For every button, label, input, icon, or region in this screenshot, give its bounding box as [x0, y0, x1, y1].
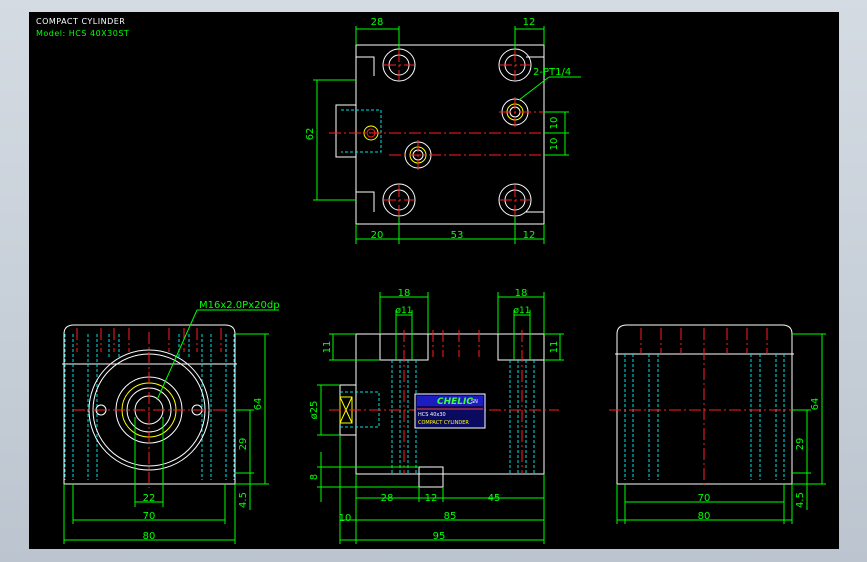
- top-view-notches: [356, 56, 544, 213]
- left-view: 22 70 80 64 29 4.5 M16x2.0Px20dp: [62, 300, 280, 544]
- dim-front-18-left: 18: [398, 288, 411, 299]
- dim-front-28: 28: [381, 493, 394, 504]
- dim-right-64: 64: [810, 398, 821, 411]
- nameplate-model: HCS 40x30: [418, 412, 446, 418]
- dim-left-80: 80: [143, 531, 156, 542]
- front-view-counterbore-right: [497, 333, 545, 361]
- dim-front-45: 45: [488, 493, 501, 504]
- dim-right-4-5: 4.5: [795, 492, 806, 508]
- top-view-dimension-lines: [313, 26, 581, 244]
- dim-front-dia-left: ø11: [396, 306, 413, 316]
- cad-drawing: 28 12 62 10 10 20 53 12 2-PT1/4 22 70 80…: [62, 17, 826, 544]
- dim-left-22: 22: [143, 493, 156, 504]
- dim-front-dia-right: ø11: [514, 306, 531, 316]
- right-view: 70 80 64 29 4.5: [609, 324, 826, 524]
- thread-callout: M16x2.0Px20dp: [199, 300, 280, 311]
- nameplate-product: COMPACT CYLINDER: [418, 420, 469, 426]
- dim-front-95: 95: [433, 531, 446, 542]
- top-view-centerlines: [329, 50, 559, 215]
- dim-front-8: 8: [309, 474, 320, 480]
- drawing-sheet: COMPACT CYLINDER Model: HCS 40X30ST 28 1…: [29, 12, 839, 549]
- dim-front-11-left: 11: [322, 341, 333, 354]
- dim-port-a: 10: [549, 117, 560, 130]
- dim-front-85: 85: [444, 511, 457, 522]
- nameplate-brand: CHELIC: [437, 397, 473, 407]
- dim-front-11-right: 11: [549, 341, 560, 354]
- top-view-rod-fitting: [335, 104, 382, 158]
- dim-left-29: 29: [238, 438, 249, 451]
- dim-right-70: 70: [698, 493, 711, 504]
- dim-bottom-20: 20: [371, 230, 384, 241]
- front-view: CHELIC SN HCS 40x30 COMPACT CYLINDER 18 …: [309, 288, 564, 544]
- dim-top-28: 28: [371, 17, 384, 28]
- dim-left-70: 70: [143, 511, 156, 522]
- top-view: 28 12 62 10 10 20 53 12 2-PT1/4: [305, 17, 581, 244]
- nameplate-badge: SN: [471, 399, 478, 405]
- dim-right-80: 80: [698, 511, 711, 522]
- dim-right-29: 29: [795, 438, 806, 451]
- dim-port-b: 10: [549, 138, 560, 151]
- dim-bottom-53: 53: [451, 230, 464, 241]
- port-callout: 2-PT1/4: [533, 67, 571, 78]
- dim-top-12: 12: [523, 17, 536, 28]
- dim-bottom-12: 12: [523, 230, 536, 241]
- dim-left-64: 64: [253, 398, 264, 411]
- dim-top-height: 62: [305, 128, 316, 141]
- dim-front-10: 10: [339, 513, 352, 524]
- dim-left-4-5: 4.5: [238, 492, 249, 508]
- right-view-centerlines: [609, 328, 799, 488]
- front-view-stopper: [418, 466, 444, 488]
- dim-front-rod-dia: ø25: [309, 401, 320, 420]
- dim-front-12: 12: [425, 493, 438, 504]
- dim-front-18-right: 18: [515, 288, 528, 299]
